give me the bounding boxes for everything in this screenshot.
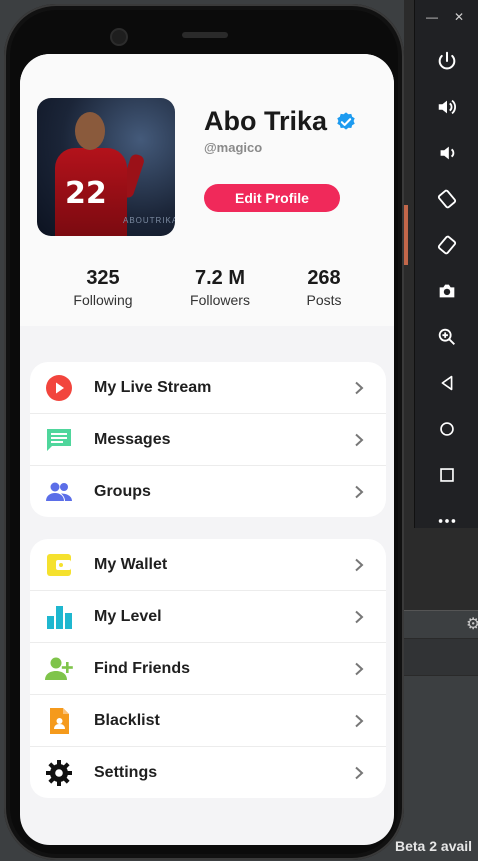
minimize-icon[interactable]: —: [426, 10, 438, 24]
wallet-icon: [44, 550, 74, 580]
more-button[interactable]: [415, 498, 478, 544]
verified-badge-icon: [337, 111, 355, 130]
menu-item-groups[interactable]: Groups: [30, 466, 386, 517]
rotate-right-icon: [437, 235, 457, 255]
profile-username: @magico: [204, 140, 263, 155]
stat-posts[interactable]: 268 Posts: [292, 267, 356, 308]
blacklist-icon: [44, 706, 74, 736]
volume-down-button[interactable]: [415, 130, 478, 176]
power-icon: [438, 51, 456, 70]
chevron-right-icon: [355, 610, 364, 623]
earpiece-speaker: [182, 32, 228, 38]
home-icon: [440, 422, 454, 436]
close-icon[interactable]: ✕: [454, 10, 464, 24]
menu-item-messages[interactable]: Messages: [30, 414, 386, 466]
name-row: Abo Trika: [204, 106, 357, 137]
rotate-right-button[interactable]: [415, 222, 478, 268]
screenshot-button[interactable]: [415, 268, 478, 314]
rotate-left-button[interactable]: [415, 176, 478, 222]
live-stream-icon: [44, 373, 74, 403]
menu-item-blacklist[interactable]: Blacklist: [30, 695, 386, 747]
menu-item-live-stream[interactable]: My Live Stream: [30, 362, 386, 414]
stat-following[interactable]: 325 Following: [60, 267, 146, 308]
camera-icon: [439, 284, 455, 298]
overview-button[interactable]: [415, 452, 478, 498]
avatar-watermark: ABOUTRIKA: [123, 216, 175, 225]
front-camera: [110, 28, 128, 46]
menu-item-level[interactable]: My Level: [30, 591, 386, 643]
chevron-right-icon: [355, 714, 364, 727]
avatar-jersey-number: 22: [65, 176, 107, 211]
avatar[interactable]: 22 ABOUTRIKA: [37, 98, 175, 236]
menu-item-settings[interactable]: Settings: [30, 747, 386, 798]
menu-group-secondary: My Wallet My Level Find Friends Blacklis…: [30, 539, 386, 798]
ide-panel: [404, 638, 478, 676]
stat-followers[interactable]: 7.2 M Followers: [172, 267, 268, 308]
volume-down-icon: [440, 146, 455, 160]
volume-up-button[interactable]: [415, 84, 478, 130]
app-screen: 22 ABOUTRIKA Abo Trika @magico Edit Prof…: [20, 54, 394, 845]
back-button[interactable]: [415, 360, 478, 406]
menu-item-wallet[interactable]: My Wallet: [30, 539, 386, 591]
chevron-right-icon: [355, 381, 364, 394]
home-button[interactable]: [415, 406, 478, 452]
profile-header: 22 ABOUTRIKA Abo Trika @magico Edit Prof…: [20, 54, 394, 326]
edit-profile-button[interactable]: Edit Profile: [204, 184, 340, 212]
profile-name: Abo Trika: [204, 106, 328, 136]
more-icon: [438, 519, 456, 523]
rotate-left-icon: [437, 189, 457, 209]
menu-item-find-friends[interactable]: Find Friends: [30, 643, 386, 695]
ide-gear-icon[interactable]: ⚙: [466, 614, 478, 634]
groups-icon: [44, 477, 74, 507]
overview-icon: [440, 468, 454, 482]
back-icon: [441, 375, 453, 391]
zoom-icon: [438, 328, 455, 345]
chevron-right-icon: [355, 662, 364, 675]
menu-group-primary: My Live Stream Messages Groups: [30, 362, 386, 517]
zoom-button[interactable]: [415, 314, 478, 360]
messages-icon: [44, 425, 74, 455]
chevron-right-icon: [355, 485, 364, 498]
add-friend-icon: [44, 654, 74, 684]
level-icon: [44, 602, 74, 632]
power-button[interactable]: [415, 38, 478, 84]
settings-icon: [44, 758, 74, 788]
chevron-right-icon: [355, 433, 364, 446]
chevron-right-icon: [355, 766, 364, 779]
ide-accent-bar: [404, 205, 408, 265]
chevron-right-icon: [355, 558, 364, 571]
volume-up-icon: [438, 99, 456, 115]
phone-frame: 22 ABOUTRIKA Abo Trika @magico Edit Prof…: [4, 4, 404, 860]
ide-status-text[interactable]: Beta 2 avail: [395, 838, 472, 854]
emulator-controls: — ✕: [414, 0, 478, 528]
